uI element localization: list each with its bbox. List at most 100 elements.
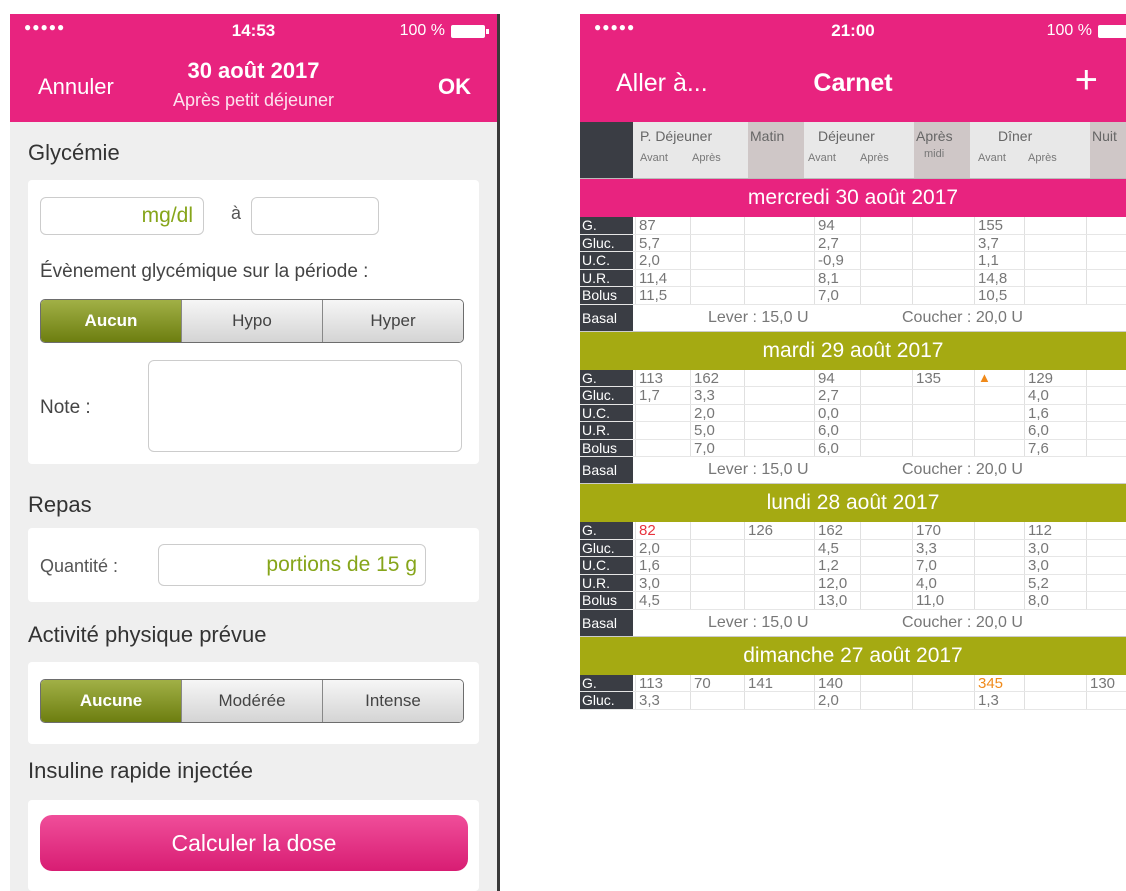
row-label: Gluc. (580, 692, 633, 709)
log-row[interactable]: U.C. 2,0 -0,9 1,1 (580, 252, 1126, 270)
glycemie-time-input[interactable] (251, 197, 379, 235)
log-row[interactable]: Gluc. 1,7 3,3 2,7 4,0 (580, 387, 1126, 405)
log-cell: 129 (1028, 369, 1054, 387)
log-row[interactable]: G. 82 126 162 170 112 (580, 522, 1126, 540)
log-cell: 155 (978, 217, 1004, 234)
quantity-label: Quantité : (40, 556, 119, 576)
log-row[interactable]: G. 113 70 141 140 345 130 (580, 674, 1126, 692)
day-header[interactable]: dimanche 27 août 2017 (580, 636, 1126, 675)
log-row[interactable]: Gluc. 3,3 2,0 1,3 (580, 692, 1126, 710)
log-cell: 162 (694, 369, 720, 387)
repas-heading: Repas (28, 492, 92, 517)
log-cell: 6,0 (1028, 422, 1049, 439)
ok-button[interactable]: OK (438, 74, 471, 100)
log-cell: 2,0 (639, 252, 660, 269)
col-pdej-apres: Après (692, 152, 721, 164)
logbook-screen: ●●●●● 21:00 100 % Aller à... Carnet + P.… (580, 14, 1126, 891)
day-header[interactable]: mardi 29 août 2017 (580, 331, 1126, 370)
col-diner-apres: Après (1028, 152, 1057, 164)
log-cell: 2,0 (639, 539, 660, 557)
activity-option-aucune[interactable]: Aucune (41, 680, 181, 722)
activity-segmented-control: Aucune Modérée Intense (40, 679, 464, 723)
event-segmented-control: Aucun Hypo Hyper (40, 299, 464, 343)
glycemie-card: mg/dl à Évènement glycémique sur la péri… (28, 180, 479, 464)
basal-row[interactable]: Basal Lever : 15,0 U Coucher : 20,0 U (580, 457, 1126, 484)
time-at-label: à (231, 203, 242, 223)
note-textarea[interactable] (148, 360, 462, 452)
log-cell: 0,0 (818, 404, 839, 422)
row-label: U.R. (580, 269, 633, 286)
glycemie-input[interactable]: mg/dl (40, 197, 204, 235)
log-cell: 1,3 (978, 692, 999, 709)
basal-lever: Lever : 15,0 U (708, 308, 809, 326)
log-cell: 3,0 (1028, 557, 1049, 574)
log-cell: 126 (748, 522, 774, 539)
quantity-input[interactable]: portions de 15 g (158, 544, 426, 586)
row-label: U.C. (580, 557, 633, 574)
add-icon[interactable]: + (1075, 58, 1098, 103)
log-row[interactable]: Bolus 11,5 7,0 10,5 (580, 287, 1126, 305)
warning-icon: ▲ (978, 369, 991, 385)
log-cell: 3,0 (1028, 539, 1049, 557)
basal-coucher: Coucher : 20,0 U (902, 613, 1023, 631)
insuline-heading: Insuline rapide injectée (28, 758, 254, 783)
log-cell: 8,0 (1028, 592, 1049, 609)
log-cell: 1,6 (639, 557, 660, 574)
log-row[interactable]: Bolus 7,0 6,0 7,6 (580, 439, 1126, 457)
event-option-hypo[interactable]: Hypo (181, 300, 322, 342)
row-label: Bolus (580, 439, 633, 456)
log-cell: 8,1 (818, 269, 839, 287)
basal-lever: Lever : 15,0 U (708, 613, 809, 631)
col-diner-avant: Avant (978, 152, 1006, 164)
log-row[interactable]: G. 87 94 155 (580, 217, 1126, 235)
repas-card: Quantité : portions de 15 g (28, 528, 479, 602)
status-time: 21:00 (831, 21, 875, 40)
log-row[interactable]: U.R. 11,4 8,1 14,8 (580, 269, 1126, 287)
log-cell: 13,0 (818, 592, 848, 609)
log-row[interactable]: Bolus 4,5 13,0 11,0 8,0 (580, 592, 1126, 610)
calculate-dose-button[interactable]: Calculer la dose (40, 815, 468, 871)
row-label: U.C. (580, 252, 633, 269)
log-cell: 3,7 (978, 234, 999, 252)
row-label: Gluc. (580, 234, 633, 251)
day-header[interactable]: lundi 28 août 2017 (580, 484, 1126, 522)
log-row[interactable]: Gluc. 2,0 4,5 3,3 3,0 (580, 539, 1126, 557)
note-label: Note : (40, 397, 91, 418)
col-nuit: Nuit (1092, 128, 1117, 144)
activity-option-intense[interactable]: Intense (322, 680, 463, 722)
log-row[interactable]: U.R. 5,0 6,0 6,0 (580, 422, 1126, 440)
basal-row[interactable]: Basal Lever : 15,0 U Coucher : 20,0 U (580, 609, 1126, 637)
basal-row[interactable]: Basal Lever : 15,0 U Coucher : 20,0 U (580, 304, 1126, 332)
log-cell: 10,5 (978, 287, 1008, 304)
log-cell: 7,0 (694, 439, 715, 457)
log-cell: 1,7 (639, 387, 660, 404)
log-cell: 7,0 (916, 557, 937, 574)
battery-icon (451, 24, 489, 38)
log-row[interactable]: U.C. 1,6 1,2 7,0 3,0 (580, 557, 1126, 575)
log-cell: 1,2 (818, 557, 839, 574)
log-row[interactable]: U.C. 2,0 0,0 1,6 (580, 404, 1126, 422)
status-bar: ●●●●● 14:53 100 % (10, 14, 497, 48)
log-cell: 345 (978, 674, 1004, 692)
log-row[interactable]: G. 113 162 94 135 ▲ 129 (580, 369, 1126, 387)
event-option-hyper[interactable]: Hyper (322, 300, 463, 342)
log-cell: 5,7 (639, 234, 660, 252)
day-header[interactable]: mercredi 30 août 2017 (580, 179, 1126, 217)
log-cell: 70 (694, 674, 711, 692)
log-row[interactable]: Gluc. 5,7 2,7 3,7 (580, 234, 1126, 252)
log-cell: 5,0 (694, 422, 715, 439)
page-title: 30 août 2017 (187, 58, 320, 83)
log-row[interactable]: U.R. 3,0 12,0 4,0 5,2 (580, 574, 1126, 592)
log-cell: 141 (748, 674, 774, 692)
logbook-days: mercredi 30 août 2017 G. 87 94 155 Gluc. 5,7 2,… (580, 179, 1126, 710)
log-cell: 12,0 (818, 574, 848, 592)
log-cell: 2,0 (818, 692, 839, 709)
activity-option-moderee[interactable]: Modérée (181, 680, 322, 722)
row-label: G. (580, 674, 633, 691)
col-apres-midi-2: midi (924, 148, 945, 160)
battery-percent: 100 % (399, 22, 445, 39)
event-option-aucun[interactable]: Aucun (41, 300, 181, 342)
battery-icon (1098, 24, 1126, 38)
log-cell: 2,0 (694, 404, 715, 422)
log-cell: 87 (639, 217, 656, 234)
